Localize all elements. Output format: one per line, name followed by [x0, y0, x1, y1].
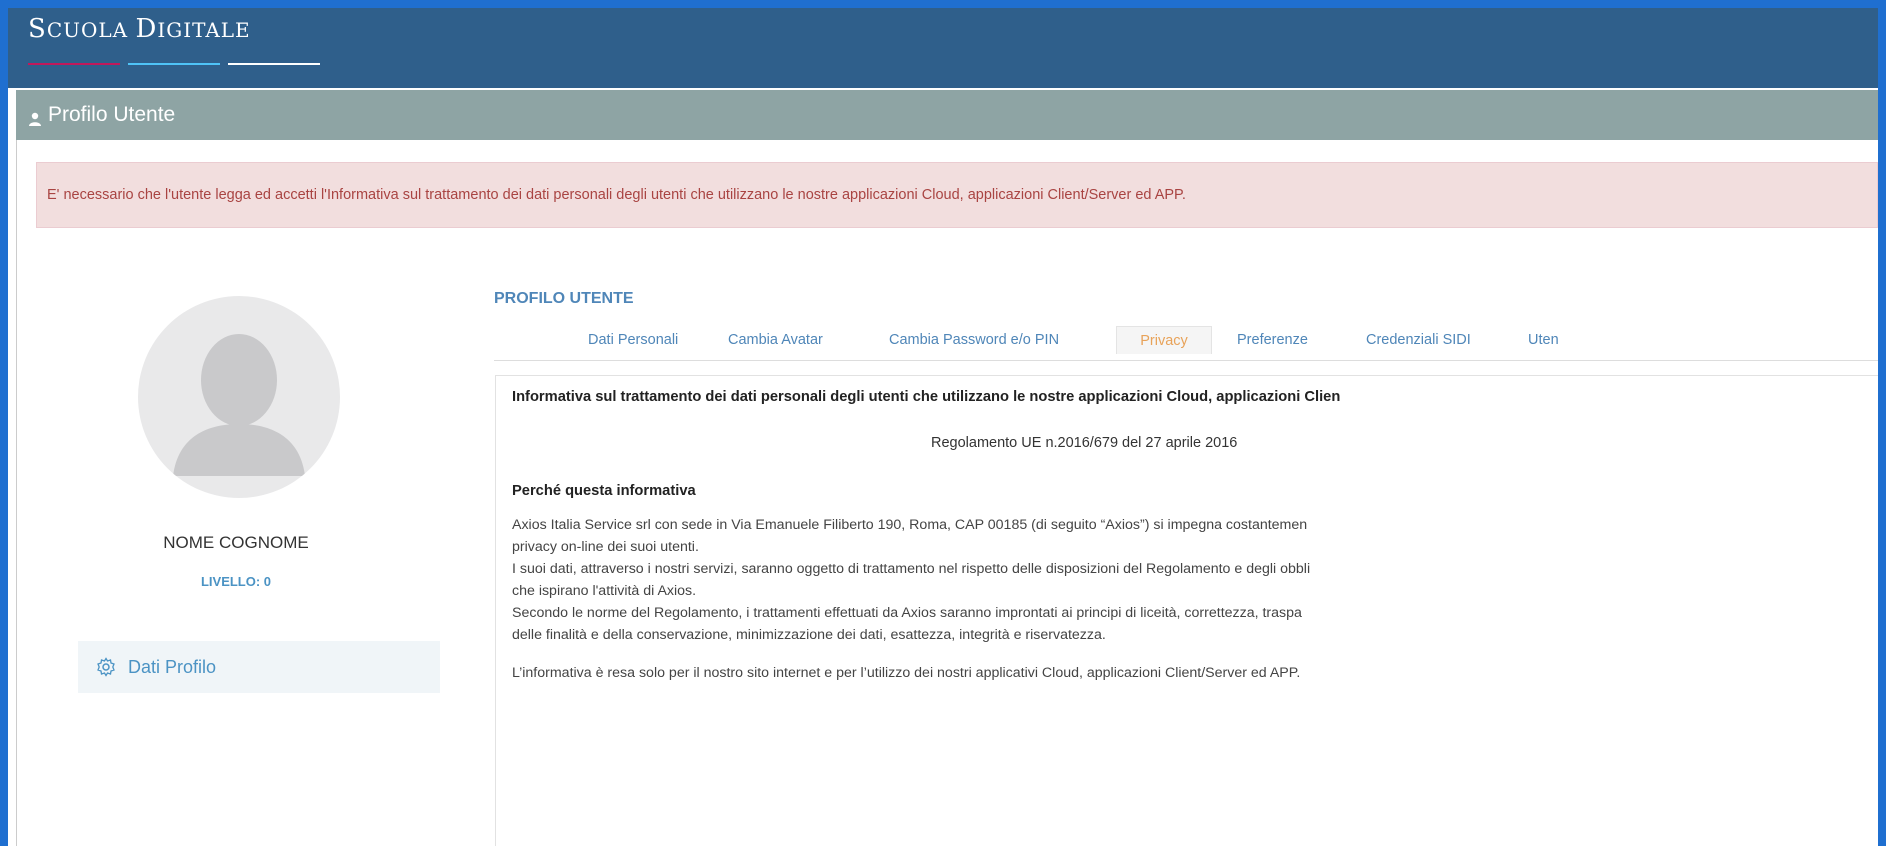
app-window: SCUOLA DIGITALE Profilo Utente E' necess…: [8, 8, 1878, 846]
privacy-alert: E' necessario che l'utente legga ed acce…: [36, 162, 1878, 228]
alert-text: E' necessario che l'utente legga ed acce…: [47, 187, 1186, 203]
document-paragraph: delle finalità e della conservazione, mi…: [512, 627, 1106, 643]
tab-preferenze[interactable]: Preferenze: [1237, 332, 1308, 360]
document-subtitle: Regolamento UE n.2016/679 del 27 aprile …: [931, 435, 1238, 451]
document-paragraph: Axios Italia Service srl con sede in Via…: [512, 517, 1308, 533]
brand-letter-s: S: [28, 14, 47, 44]
tab-utenze[interactable]: Uten: [1528, 332, 1559, 360]
tab-bar: Dati Personali Cambia Avatar Cambia Pass…: [494, 322, 1878, 361]
brand-letter-d: D: [135, 14, 158, 44]
avatar: [138, 296, 340, 498]
panel-title: Profilo Utente: [48, 103, 176, 126]
document-paragraph: Secondo le norme del Regolamento, i trat…: [512, 605, 1302, 621]
tab-cambia-password[interactable]: Cambia Password e/o PIN: [889, 332, 1059, 360]
user-level: LIVELLO: 0: [200, 574, 272, 589]
user-icon: [28, 108, 42, 126]
gear-icon: [97, 657, 115, 677]
brand-text-1: CUOLA: [46, 18, 136, 42]
document-paragraph: L’informativa è resa solo per il nostro …: [512, 665, 1301, 681]
document-heading: Perché questa informativa: [512, 483, 696, 499]
document-title: Informativa sul trattamento dei dati per…: [512, 389, 1341, 405]
sidebar-item-dati-profilo[interactable]: Dati Profilo: [78, 641, 440, 693]
brand-text-2: IGITALE: [157, 18, 251, 42]
document-paragraph: che ispirano l'attività di Axios.: [512, 583, 697, 599]
tab-credenziali-sidi[interactable]: Credenziali SIDI: [1366, 332, 1471, 360]
tab-privacy[interactable]: Privacy: [1116, 326, 1212, 354]
tab-dati-personali[interactable]: Dati Personali: [588, 332, 678, 360]
document-paragraph: privacy on-line dei suoi utenti.: [512, 539, 699, 555]
panel-header: Profilo Utente: [16, 90, 1878, 140]
privacy-document: Informativa sul trattamento dei dati per…: [495, 375, 1878, 846]
top-navbar: SCUOLA DIGITALE: [8, 8, 1878, 88]
sidebar-item-label: Dati Profilo: [128, 656, 217, 677]
brand-underline: [28, 63, 328, 66]
tab-cambia-avatar[interactable]: Cambia Avatar: [728, 332, 823, 360]
avatar-placeholder-icon: [173, 334, 305, 476]
section-title: PROFILO UTENTE: [494, 290, 634, 307]
document-paragraph: I suoi dati, attraverso i nostri servizi…: [512, 561, 1311, 577]
user-name: NOME COGNOME: [163, 533, 309, 552]
brand-logo[interactable]: SCUOLA DIGITALE: [28, 14, 251, 44]
